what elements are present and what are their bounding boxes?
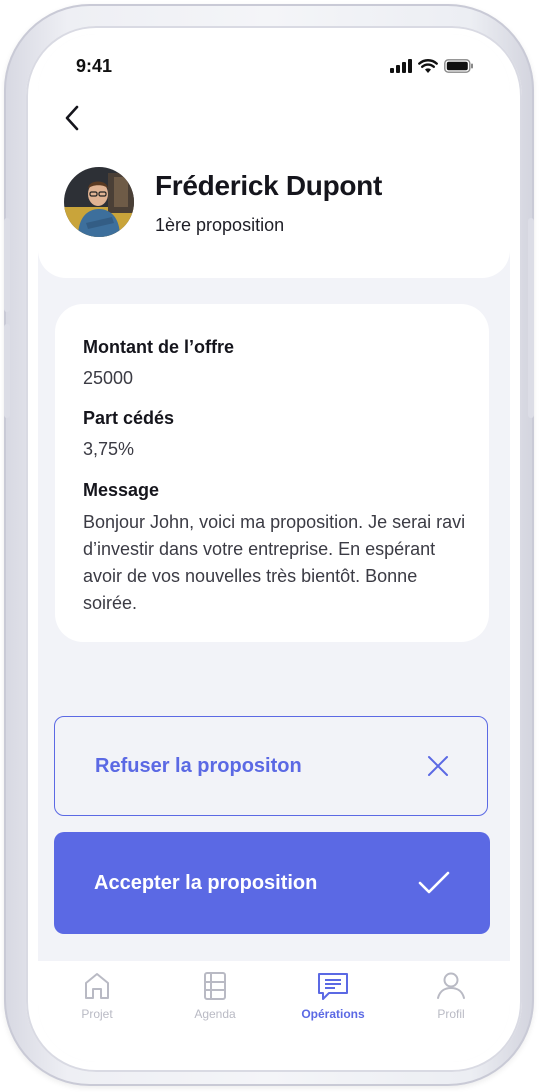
bottom-nav: Projet Agenda Opérations Profil: [38, 961, 510, 1062]
screen: 9:41 Fréderick Dupont 1ère proposition M…: [38, 34, 510, 1062]
profile-icon: [437, 972, 465, 999]
volume-down-button: [4, 324, 10, 418]
message-value: Bonjour John, voici ma proposition. Je s…: [83, 512, 466, 613]
volume-up-button: [4, 218, 10, 312]
share-value: 3,75%: [83, 439, 135, 459]
close-icon: [428, 756, 448, 776]
battery-icon: [444, 59, 473, 73]
home-icon: [85, 973, 109, 999]
wifi-icon: [418, 58, 438, 73]
share-label: Part cédés: [83, 408, 175, 428]
refuse-label: Refuser la propositon: [95, 754, 302, 777]
nav-item-operations[interactable]: Opérations: [274, 961, 392, 1062]
message-label: Message: [83, 480, 160, 500]
status-icons: [390, 58, 474, 74]
refuse-button[interactable]: Refuser la propositon: [54, 716, 488, 816]
avatar-photo: [64, 167, 134, 237]
nav-item-projet[interactable]: Projet: [38, 961, 156, 1062]
agenda-icon: [204, 972, 226, 1000]
back-button[interactable]: [54, 100, 90, 136]
phone-frame: 9:41 Fréderick Dupont 1ère proposition M…: [4, 4, 534, 1086]
nav-label-agenda: Agenda: [194, 1007, 236, 1021]
operations-icon: [318, 973, 348, 1000]
checkmark-icon: [418, 871, 450, 894]
profile-header: 9:41 Fréderick Dupont 1ère proposition: [38, 34, 510, 278]
signal-icon: [390, 59, 412, 73]
accept-button[interactable]: Accepter la proposition: [54, 832, 490, 934]
nav-label-projet: Projet: [81, 1007, 113, 1021]
nav-label-operations: Opérations: [301, 1007, 365, 1021]
user-name: Fréderick Dupont: [155, 170, 383, 201]
avatar: [64, 167, 134, 237]
amount-label: Montant de l’offre: [83, 337, 234, 357]
nav-item-profil[interactable]: Profil: [392, 961, 510, 1062]
offer-card: Montant de l’offre 25000 Part cédés 3,75…: [55, 304, 489, 642]
proposal-index: 1ère proposition: [155, 215, 285, 235]
nav-label-profil: Profil: [437, 1007, 465, 1021]
nav-item-agenda[interactable]: Agenda: [156, 961, 274, 1062]
accept-label: Accepter la proposition: [94, 871, 318, 894]
status-time: 9:41: [76, 56, 113, 76]
amount-value: 25000: [83, 368, 134, 388]
power-button: [528, 218, 534, 418]
chevron-left-icon: [65, 105, 79, 131]
